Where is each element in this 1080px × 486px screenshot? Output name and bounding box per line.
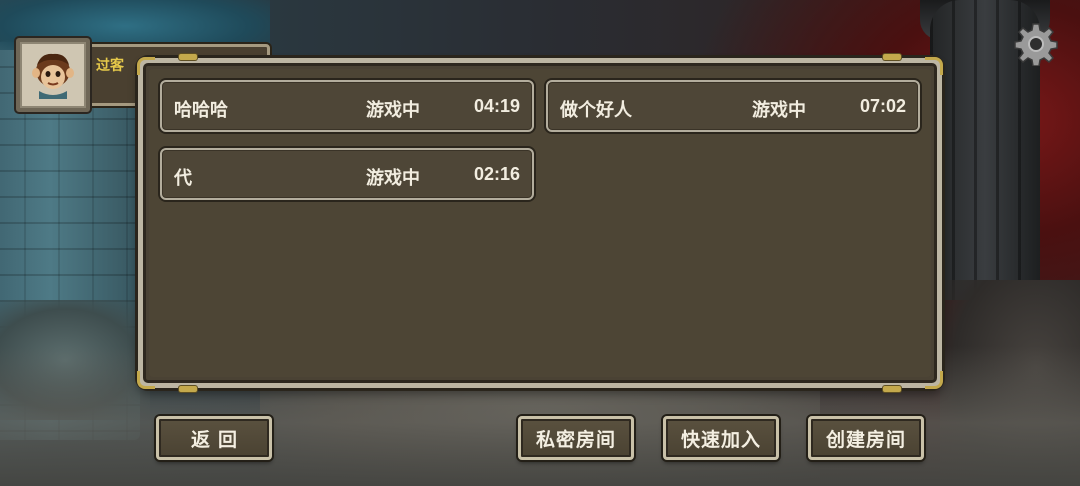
panel-rivet bbox=[883, 386, 901, 392]
room-status: 游戏中 bbox=[366, 100, 420, 121]
panel-rivet bbox=[179, 386, 197, 392]
quick-join-button[interactable]: 快速加入 bbox=[663, 416, 779, 460]
panel-corner bbox=[137, 371, 155, 389]
room-name: 哈哈哈 bbox=[174, 100, 228, 121]
room-name: 做个好人 bbox=[560, 100, 632, 121]
panel-rivet bbox=[179, 54, 197, 60]
player-name: 过客 bbox=[96, 58, 124, 74]
room-time: 02:16 bbox=[473, 164, 520, 184]
back-button[interactable]: 返回 bbox=[156, 416, 272, 460]
room-card[interactable]: 做个好人 游戏中 07:02 bbox=[546, 80, 920, 132]
panel-corner bbox=[925, 371, 943, 389]
room-status: 游戏中 bbox=[752, 100, 806, 121]
panel-rivet bbox=[883, 54, 901, 60]
gear-icon[interactable] bbox=[1014, 22, 1058, 66]
room-name: 代 bbox=[174, 168, 192, 189]
panel-corner bbox=[137, 57, 155, 75]
create-room-button[interactable]: 创建房间 bbox=[808, 416, 924, 460]
monkey-hero-avatar-icon bbox=[32, 53, 74, 99]
room-card[interactable]: 代 游戏中 02:16 bbox=[160, 148, 534, 200]
room-status: 游戏中 bbox=[366, 168, 420, 189]
player-avatar[interactable] bbox=[16, 38, 90, 112]
room-card[interactable]: 哈哈哈 游戏中 04:19 bbox=[160, 80, 534, 132]
room-time: 04:19 bbox=[473, 96, 520, 116]
private-room-button[interactable]: 私密房间 bbox=[518, 416, 634, 460]
room-time: 07:02 bbox=[859, 96, 906, 116]
panel-corner bbox=[925, 57, 943, 75]
